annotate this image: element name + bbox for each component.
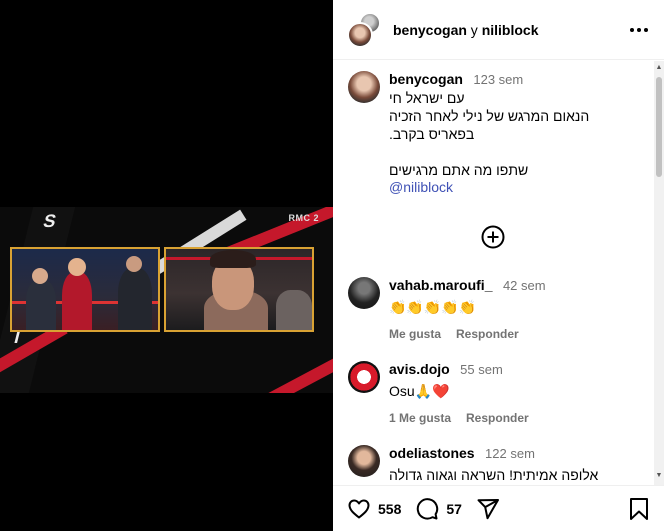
- comment-username[interactable]: vahab.maroufi_: [389, 277, 492, 293]
- instagram-post-modal: S I RMC 2 benycogan y niliblock benycoga…: [0, 0, 664, 531]
- post-details-panel: benycogan y niliblock benycogan 123 sem …: [333, 0, 664, 531]
- post-header: benycogan y niliblock: [333, 0, 664, 60]
- more-options-button[interactable]: [628, 22, 650, 38]
- video-frame[interactable]: S I RMC 2: [0, 207, 333, 393]
- person-figure: [62, 272, 92, 330]
- comment-text: אלופה אמיתית! השראה וגאוה גדולה: [389, 467, 599, 483]
- scroll-down-arrow-icon[interactable]: ▼: [654, 471, 664, 481]
- comment-timestamp[interactable]: 42 sem: [503, 278, 546, 293]
- post-caption: benycogan 123 sem עם ישראל חי הנאום המרג…: [348, 71, 648, 195]
- comment-username[interactable]: odeliastones: [389, 445, 475, 461]
- scrollbar-thumb[interactable]: [656, 77, 662, 177]
- author-connector: y: [470, 21, 478, 38]
- comment-username[interactable]: avis.dojo: [389, 361, 450, 377]
- share-icon[interactable]: [476, 497, 500, 521]
- avatar[interactable]: [347, 21, 373, 48]
- post-actions-bar: 558 57: [333, 485, 664, 531]
- person-figure: [26, 280, 56, 330]
- heart-icon[interactable]: [347, 497, 371, 521]
- collab-avatars[interactable]: [347, 11, 385, 48]
- caption-line: שתפו מה אתם מרגישים: [389, 162, 529, 178]
- author-link[interactable]: benycogan: [393, 22, 467, 38]
- avatar[interactable]: [348, 445, 380, 477]
- avatar[interactable]: [348, 277, 380, 309]
- caption-timestamp[interactable]: 123 sem: [473, 72, 523, 87]
- comment-text: Osu🙏❤️: [389, 383, 450, 399]
- scrollbar[interactable]: ▲ ▼: [654, 61, 664, 485]
- comment-reply-button[interactable]: Responder: [456, 327, 519, 341]
- comment-icon[interactable]: [415, 497, 439, 521]
- bookmark-icon[interactable]: [628, 497, 650, 521]
- comment-timestamp[interactable]: 122 sem: [485, 446, 535, 461]
- comment-like-button[interactable]: Me gusta: [389, 327, 441, 341]
- likes-count[interactable]: 558: [378, 501, 401, 517]
- post-media[interactable]: S I RMC 2: [0, 0, 333, 531]
- caption-username[interactable]: benycogan: [389, 71, 463, 87]
- ring-rope: [244, 349, 333, 393]
- post-author-title: benycogan y niliblock: [393, 22, 538, 38]
- person-figure: [118, 268, 152, 330]
- avatar[interactable]: [348, 71, 380, 103]
- comment-reply-button[interactable]: Responder: [466, 411, 529, 425]
- comment-likes-count[interactable]: 1 Me gusta: [389, 411, 451, 425]
- scroll-up-arrow-icon[interactable]: ▲: [654, 63, 664, 73]
- more-horizontal-icon: [630, 27, 634, 32]
- plus-circle-icon[interactable]: [481, 225, 505, 249]
- comment-item: odeliastones 122 sem אלופה אמיתית! השראה…: [348, 445, 648, 485]
- caption-line: הנאום המרגש של נילי לאחר הזכיה: [389, 108, 590, 124]
- comments-scroll-area[interactable]: benycogan 123 sem עם ישראל חי הנאום המרג…: [333, 61, 664, 485]
- comment-item: avis.dojo 55 sem Osu🙏❤️ 1 Me gusta Respo…: [348, 361, 648, 425]
- comments-count[interactable]: 57: [446, 501, 462, 517]
- comment-timestamp[interactable]: 55 sem: [460, 362, 503, 377]
- broadcaster-logo: RMC 2: [288, 213, 319, 223]
- coauthor-link[interactable]: niliblock: [482, 22, 539, 38]
- video-inset-left: [10, 247, 160, 332]
- caption-line: עם ישראל חי: [389, 90, 465, 106]
- comment-text: 👏👏👏👏👏: [389, 299, 477, 315]
- video-inset-right: [164, 247, 314, 332]
- avatar[interactable]: [348, 361, 380, 393]
- comment-item: vahab.maroufi_ 42 sem 👏👏👏👏👏 Me gusta Res…: [348, 277, 648, 341]
- caption-mention-link[interactable]: @niliblock: [389, 179, 648, 195]
- caption-line: בפאריס בקרב.: [389, 126, 475, 142]
